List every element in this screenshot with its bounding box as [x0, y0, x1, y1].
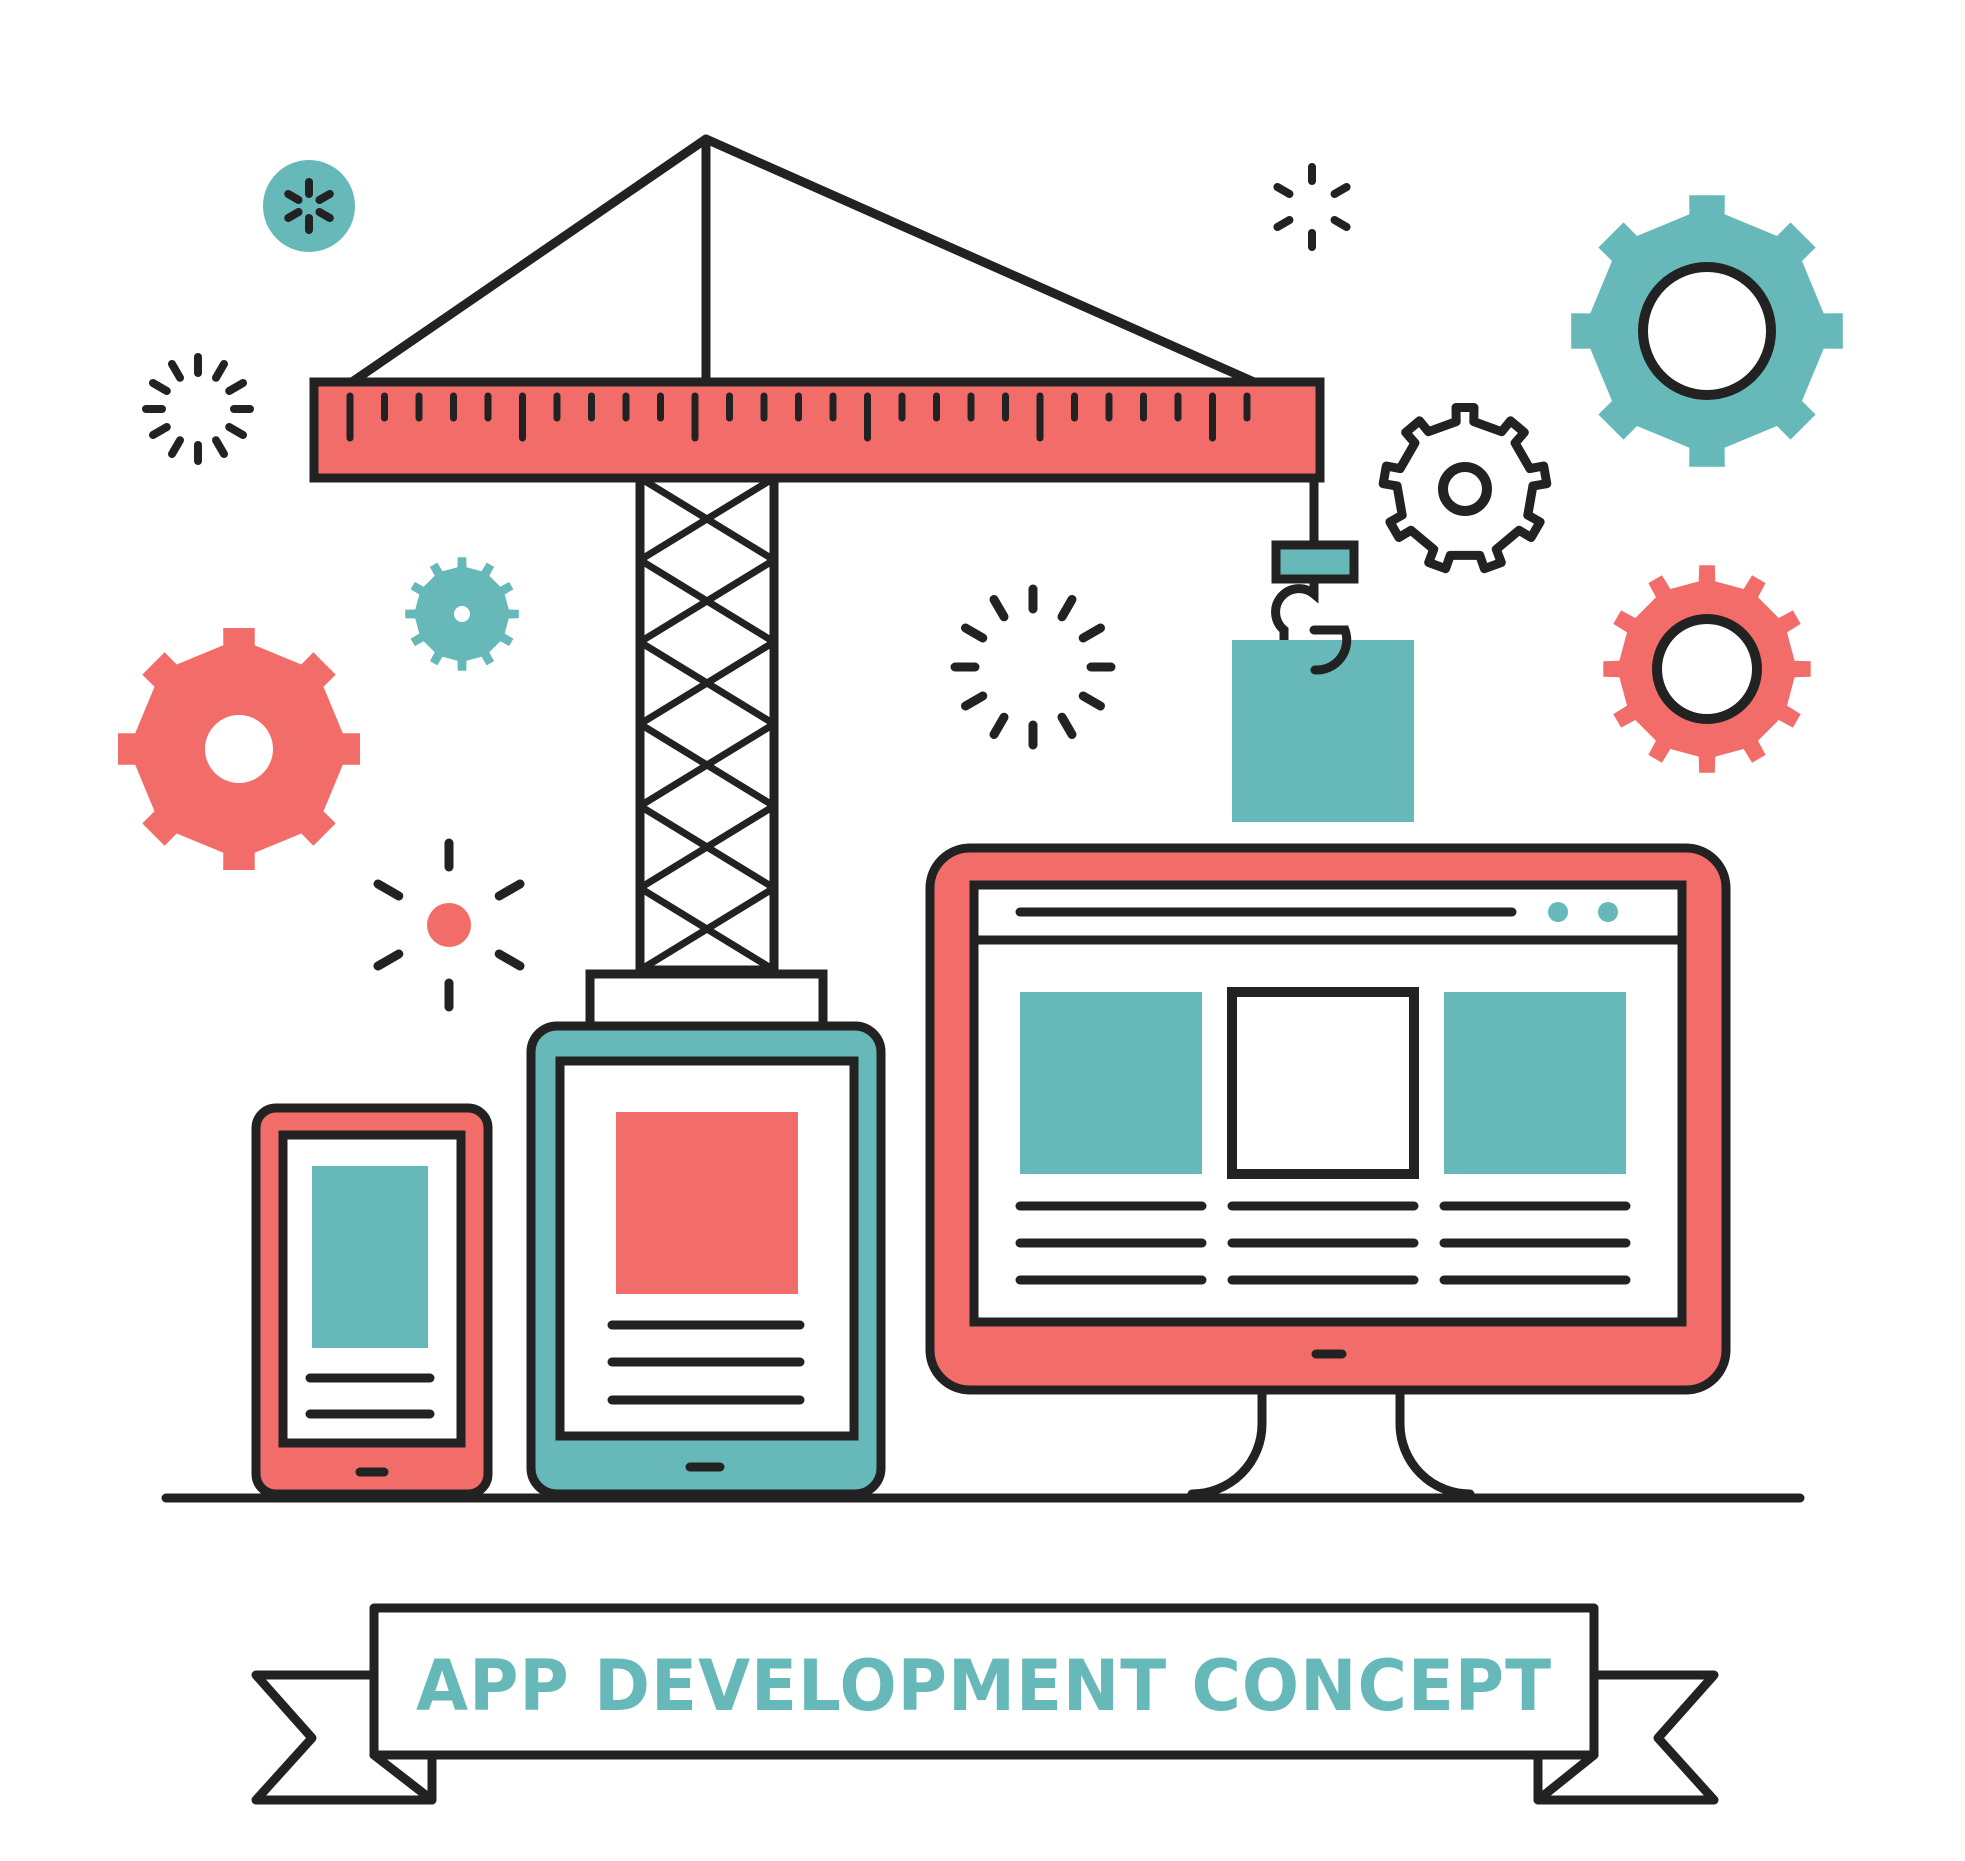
gear-icon [405, 557, 519, 671]
crane-base [585, 969, 828, 1031]
monitor-image-block [1020, 992, 1202, 1174]
browser-dot-icon [1598, 902, 1618, 922]
sparkle-icon [950, 584, 1116, 750]
hook-icon [1271, 478, 1359, 645]
smartphone-icon [251, 1103, 493, 1499]
sparkle-icon [1273, 163, 1351, 251]
banner-title: APP DEVELOPMENT CONCEPT [416, 1645, 1552, 1727]
monitor-image-outline [1227, 987, 1419, 1179]
crane-jib [309, 377, 1325, 483]
gears [118, 195, 1843, 870]
gear-icon [1378, 403, 1552, 574]
illustration: APP DEVELOPMENT CONCEPT [118, 134, 1843, 1805]
monitor-stand [1187, 1383, 1475, 1499]
sparkle-icon [142, 353, 254, 465]
gear-icon [1603, 565, 1811, 773]
tablet-icon [526, 1021, 886, 1499]
small-teal-dot-icon [263, 160, 355, 252]
tablet-image-block [616, 1112, 798, 1294]
desktop-monitor-icon [925, 843, 1731, 1499]
monitor-image-block [1444, 992, 1626, 1174]
sparkle-icon [373, 838, 525, 1012]
crane-tower [635, 473, 779, 975]
crane-cables [347, 134, 1259, 387]
gear-icon [118, 628, 360, 870]
gear-icon [1571, 195, 1843, 467]
phone-image-block [312, 1166, 428, 1348]
browser-dot-icon [1548, 902, 1568, 922]
